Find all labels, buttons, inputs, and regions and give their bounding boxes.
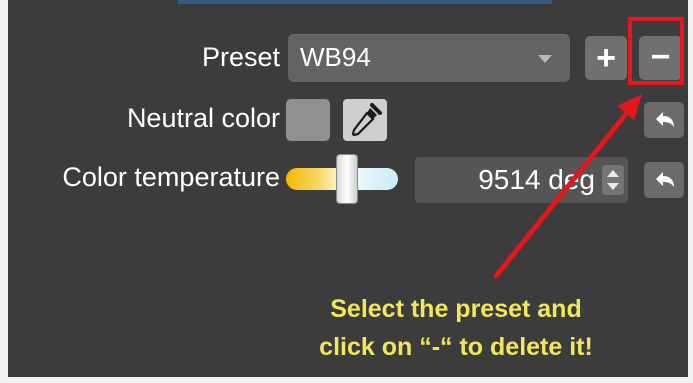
white-balance-panel: Preset WB94 + − Neutral color Color temp…: [8, 0, 688, 378]
bottom-margin: [0, 377, 693, 383]
annotation-line-2: click on “-“ to delete it!: [319, 333, 593, 361]
annotation-line-1: Select the preset and: [330, 295, 582, 323]
annotation-text: Select the preset and click on “-“ to de…: [276, 290, 636, 366]
